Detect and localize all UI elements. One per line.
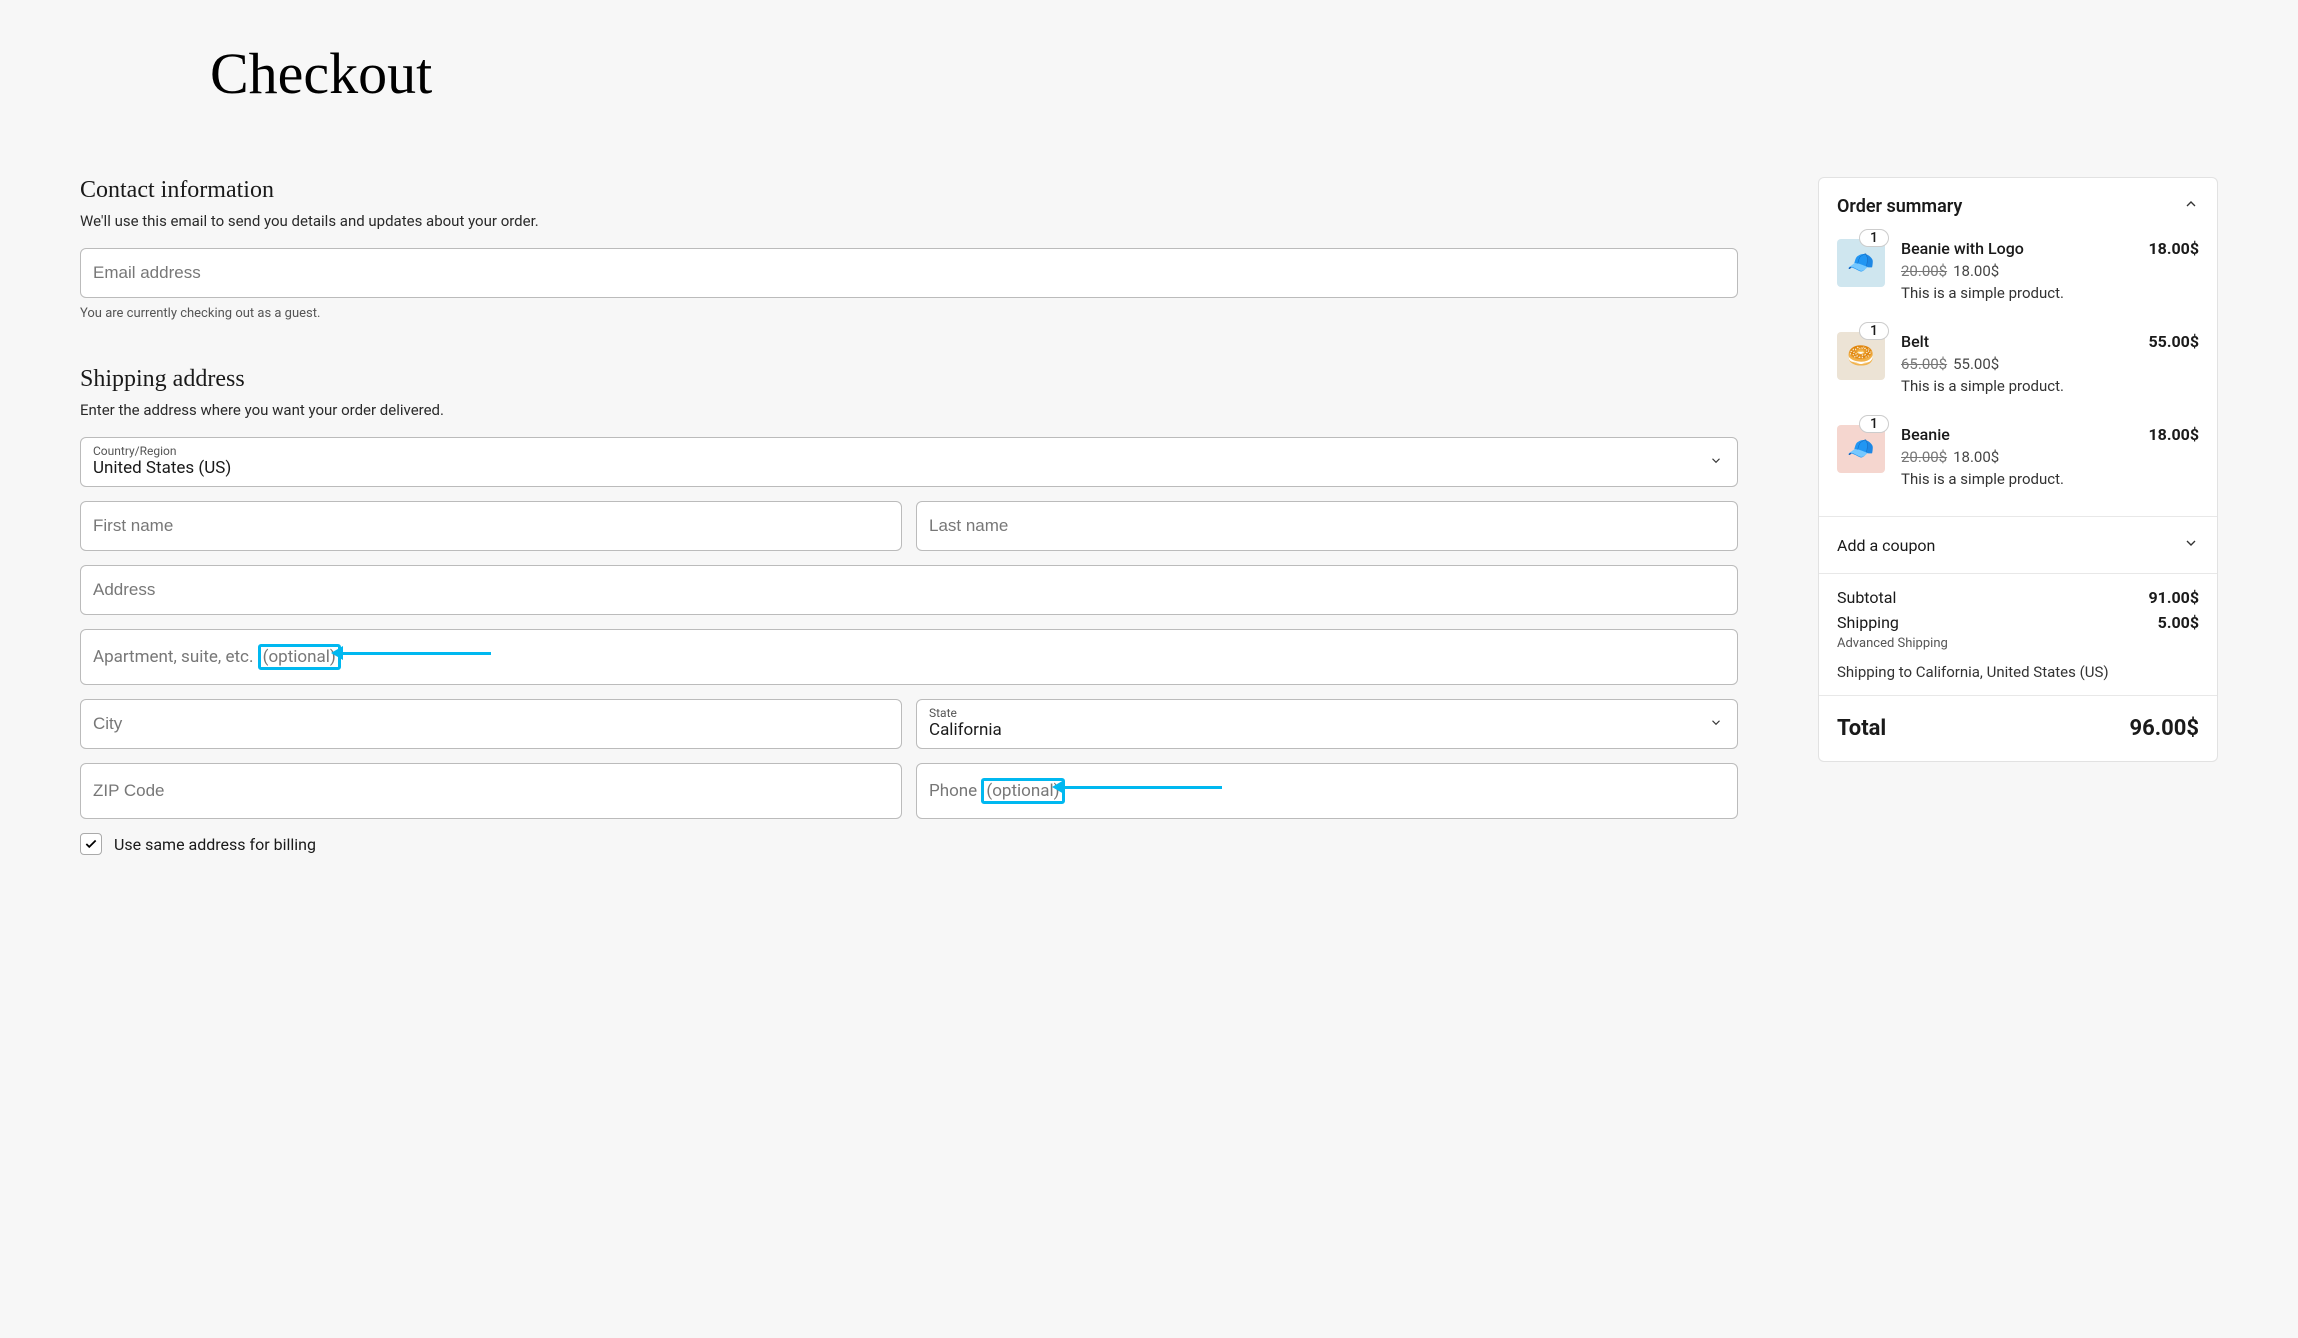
product-desc: This is a simple product.: [1901, 470, 2199, 488]
current-price: 18.00$: [1953, 262, 1999, 280]
quantity-badge: 1: [1859, 415, 1889, 433]
apartment-field[interactable]: Apartment, suite, etc. (optional): [80, 629, 1738, 685]
contact-section: Contact information We'll use this email…: [80, 177, 1738, 321]
shipping-desc: Enter the address where you want your or…: [80, 401, 1738, 419]
shipping-heading: Shipping address: [80, 366, 1738, 393]
order-item: 🧢1Beanie18.00$20.00$18.00$This is a simp…: [1837, 413, 2199, 506]
product-emoji-icon: 🧢: [1847, 251, 1874, 276]
shipping-method: Advanced Shipping: [1837, 636, 2199, 651]
product-emoji-icon: 🧢: [1847, 437, 1874, 462]
phone-field[interactable]: Phone (optional): [916, 763, 1738, 819]
order-item: 🧢1Beanie with Logo18.00$20.00$18.00$This…: [1837, 227, 2199, 320]
contact-heading: Contact information: [80, 177, 1738, 204]
quantity-badge: 1: [1859, 322, 1889, 340]
same-billing-checkbox[interactable]: [80, 833, 102, 855]
zip-field[interactable]: [80, 763, 902, 819]
contact-desc: We'll use this email to send you details…: [80, 212, 1738, 230]
total-label: Total: [1837, 716, 1886, 741]
subtotal-label: Subtotal: [1837, 588, 1896, 607]
phone-placeholder-main: Phone: [929, 781, 981, 801]
state-select[interactable]: State California: [916, 699, 1738, 749]
city-field[interactable]: [80, 699, 902, 749]
quantity-badge: 1: [1859, 229, 1889, 247]
chevron-down-icon: [1709, 453, 1723, 472]
old-price: 65.00$: [1901, 355, 1947, 373]
same-billing-label: Use same address for billing: [114, 835, 316, 854]
total-value: 96.00$: [2130, 716, 2200, 741]
old-price: 20.00$: [1901, 448, 1947, 466]
product-name: Beanie: [1901, 425, 1950, 444]
state-label: State: [929, 706, 1725, 720]
chevron-down-icon: [1709, 715, 1723, 734]
current-price: 55.00$: [1953, 355, 1999, 373]
country-label: Country/Region: [93, 444, 1725, 458]
old-price: 20.00$: [1901, 262, 1947, 280]
product-emoji-icon: 🥯: [1847, 344, 1874, 369]
optional-highlight: (optional): [258, 644, 341, 670]
chevron-down-icon: [2183, 535, 2199, 555]
address-field[interactable]: [80, 565, 1738, 615]
subtotal-value: 91.00$: [2148, 588, 2199, 607]
product-thumbnail: 🥯1: [1837, 332, 1885, 380]
shipping-to: Shipping to California, United States (U…: [1837, 663, 2199, 681]
shipping-label: Shipping: [1837, 613, 1899, 632]
apartment-placeholder-main: Apartment, suite, etc.: [93, 647, 258, 667]
page-title: Checkout: [210, 40, 2218, 107]
current-price: 18.00$: [1953, 448, 1999, 466]
line-price: 18.00$: [2148, 425, 2199, 444]
product-desc: This is a simple product.: [1901, 377, 2199, 395]
line-price: 55.00$: [2148, 332, 2199, 351]
guest-note: You are currently checking out as a gues…: [80, 306, 1738, 321]
product-name: Beanie with Logo: [1901, 239, 2024, 258]
product-name: Belt: [1901, 332, 1929, 351]
product-thumbnail: 🧢1: [1837, 425, 1885, 473]
coupon-label: Add a coupon: [1837, 536, 1935, 555]
state-value: California: [929, 720, 1002, 740]
order-summary-panel: Order summary 🧢1Beanie with Logo18.00$20…: [1818, 177, 2218, 762]
order-summary-heading: Order summary: [1837, 196, 1962, 217]
shipping-value: 5.00$: [2158, 613, 2199, 632]
shipping-section: Shipping address Enter the address where…: [80, 366, 1738, 855]
product-thumbnail: 🧢1: [1837, 239, 1885, 287]
country-select[interactable]: Country/Region United States (US): [80, 437, 1738, 487]
order-item: 🥯1Belt55.00$65.00$55.00$This is a simple…: [1837, 320, 2199, 413]
annotation-arrow-icon: [1062, 786, 1222, 789]
order-summary-toggle[interactable]: Order summary: [1819, 178, 2217, 227]
product-desc: This is a simple product.: [1901, 284, 2199, 302]
chevron-up-icon: [2183, 196, 2199, 217]
email-field[interactable]: [80, 248, 1738, 298]
first-name-field[interactable]: [80, 501, 902, 551]
country-value: United States (US): [93, 458, 231, 478]
annotation-arrow-icon: [341, 652, 491, 655]
last-name-field[interactable]: [916, 501, 1738, 551]
line-price: 18.00$: [2148, 239, 2199, 258]
coupon-toggle[interactable]: Add a coupon: [1819, 516, 2217, 573]
